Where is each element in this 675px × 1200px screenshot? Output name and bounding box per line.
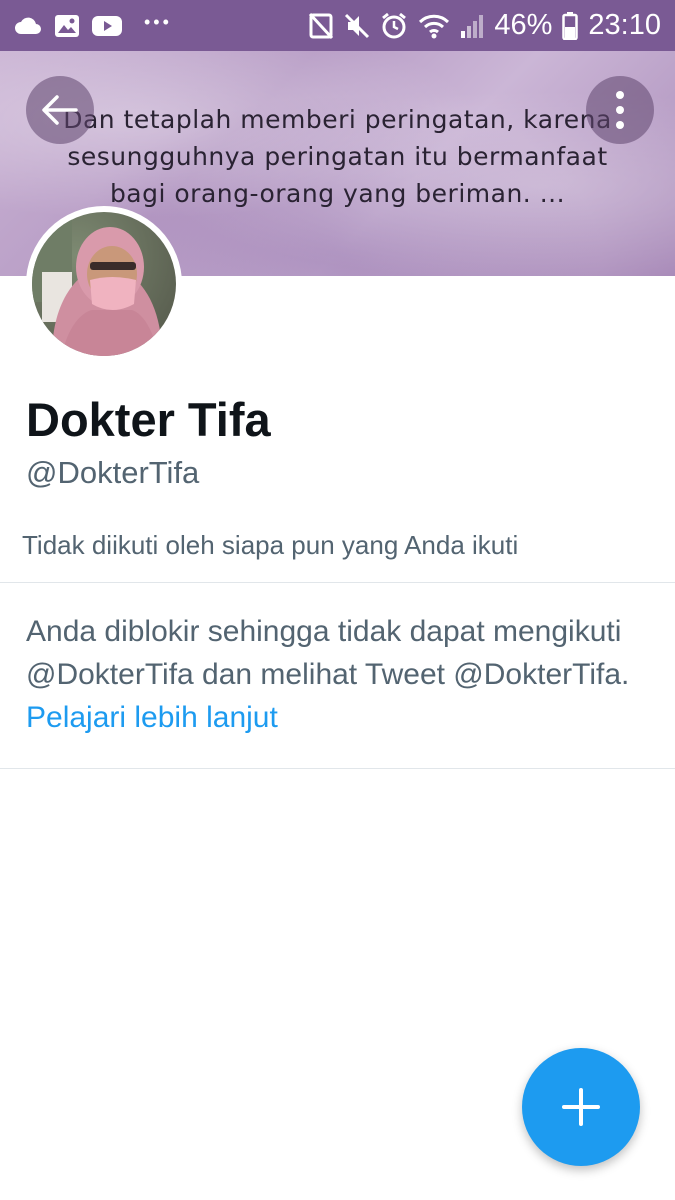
clock: 23:10 (588, 9, 661, 41)
youtube-icon (92, 15, 122, 37)
display-name: Dokter Tifa (26, 393, 271, 446)
more-dots-icon: ••• (144, 12, 172, 32)
avatar[interactable] (26, 206, 182, 362)
back-button[interactable] (26, 76, 94, 144)
cloud-icon (14, 16, 42, 36)
profile-photo (32, 212, 176, 356)
compose-tweet-button[interactable] (522, 1048, 640, 1166)
status-bar: ••• 46% 23:10 (0, 0, 675, 51)
battery-icon (562, 11, 579, 40)
divider (0, 768, 675, 769)
blocked-notice: Anda diblokir sehingga tidak dapat mengi… (26, 610, 656, 739)
username-handle: @DokterTifa (26, 455, 200, 490)
mute-icon (344, 12, 370, 40)
plus-icon (562, 1088, 600, 1126)
image-icon (54, 14, 80, 38)
divider (0, 582, 675, 583)
blocked-notice-text: Anda diblokir sehingga tidak dapat mengi… (26, 615, 630, 691)
banner-quote: Dan tetaplah memberi peringatan, karena … (0, 101, 675, 212)
more-vertical-icon (616, 91, 624, 129)
wifi-icon (418, 13, 450, 39)
battery-percentage: 46% (494, 9, 553, 41)
more-options-button[interactable] (586, 76, 654, 144)
learn-more-link[interactable]: Pelajari lebih lanjut (26, 701, 278, 734)
signal-icon (460, 13, 484, 39)
alarm-icon (380, 12, 408, 40)
nfc-off-icon (308, 12, 334, 40)
banner-quote-line: Dan tetaplah memberi peringatan, karena (63, 105, 612, 134)
arrow-left-icon (42, 95, 78, 125)
banner-quote-line: sesungguhnya peringatan itu bermanfaat (67, 142, 608, 171)
followed-by-text: Tidak diikuti oleh siapa pun yang Anda i… (22, 530, 519, 560)
